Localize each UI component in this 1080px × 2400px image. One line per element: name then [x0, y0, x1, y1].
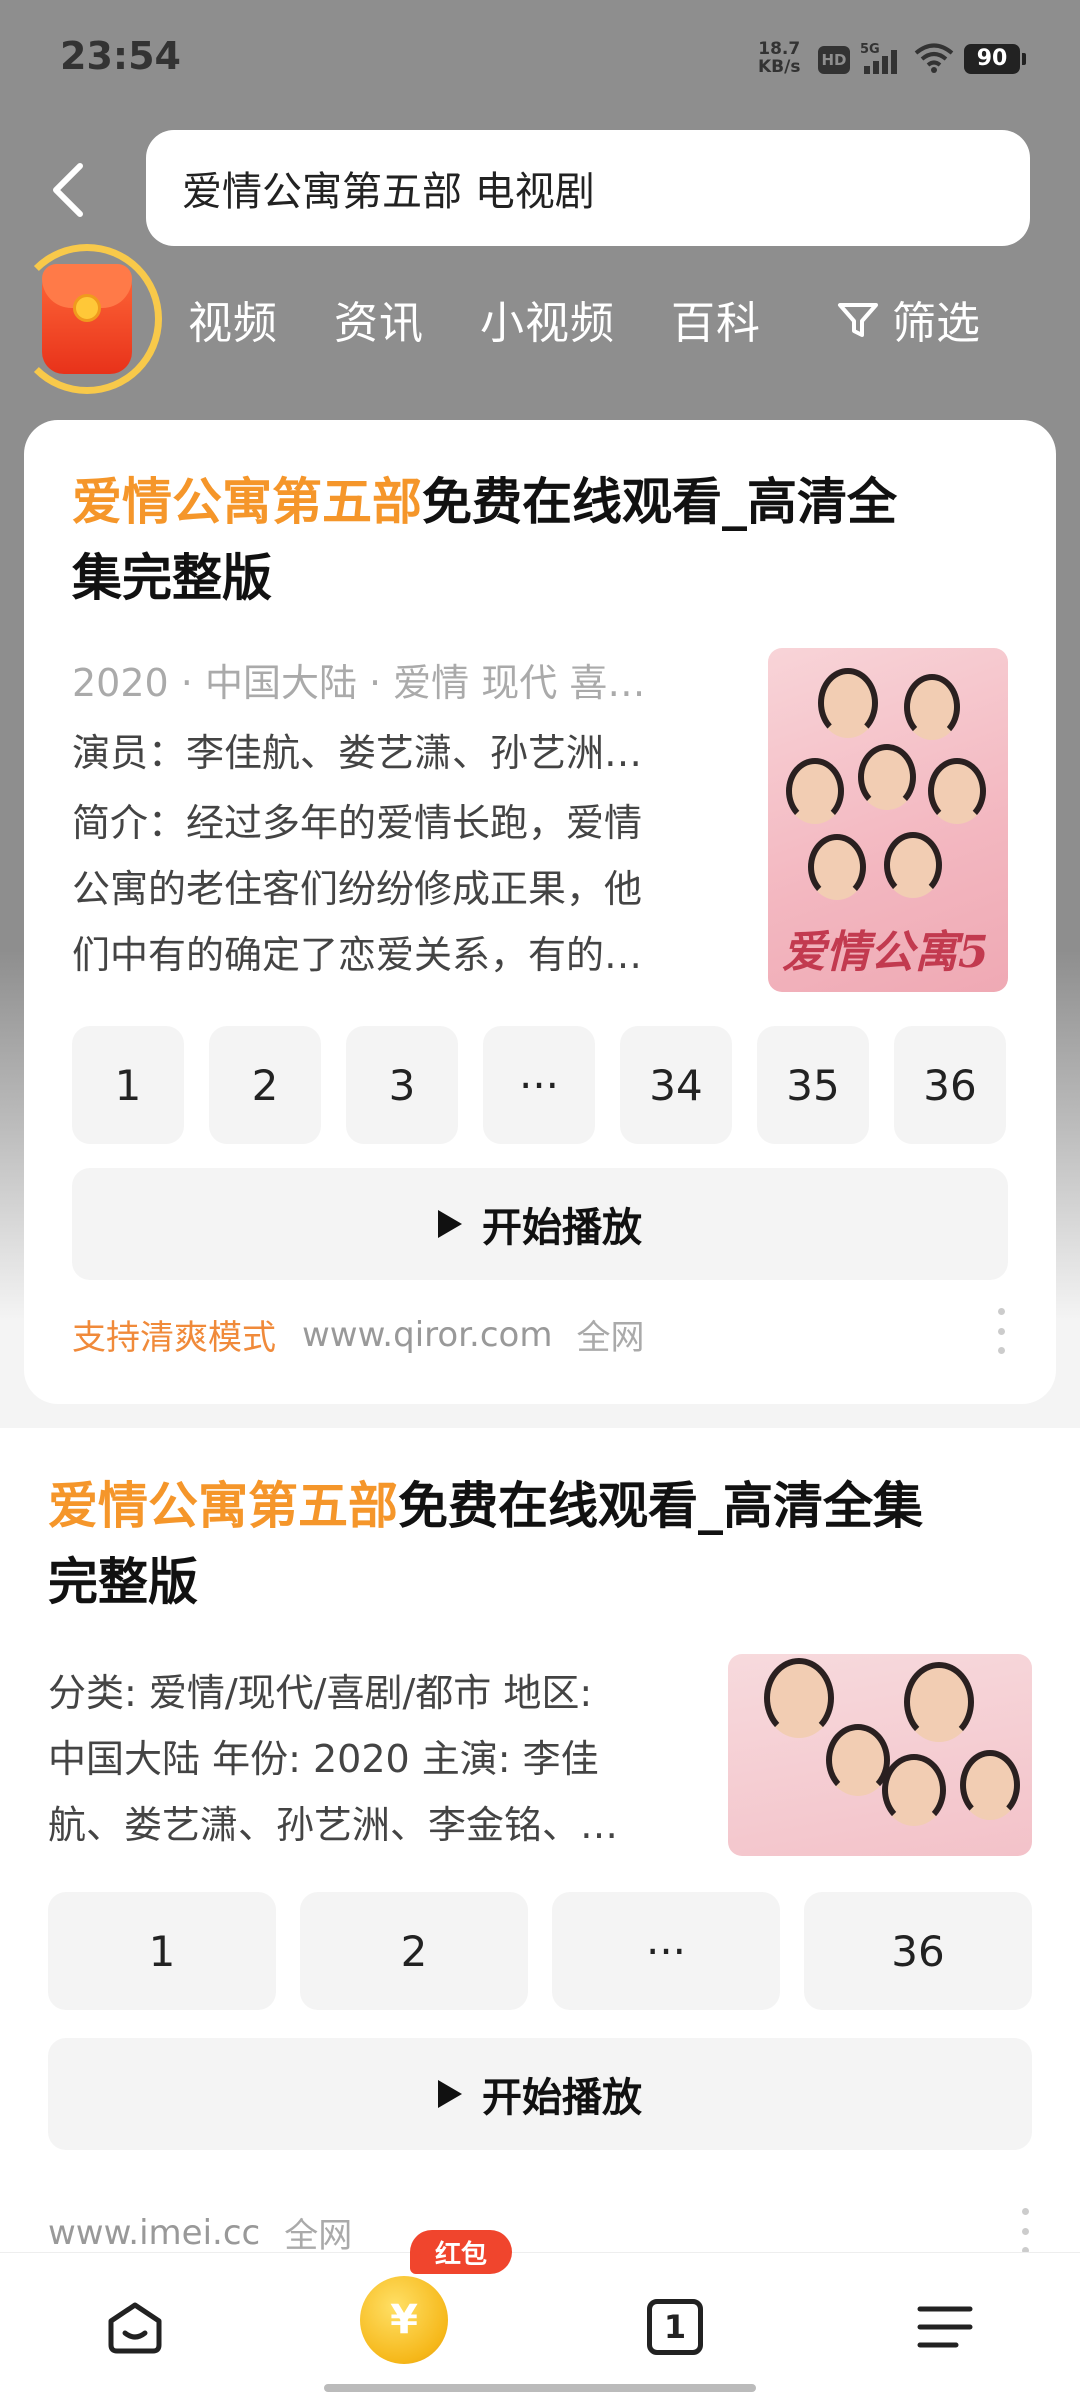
home-button[interactable] — [80, 2253, 190, 2400]
filter-button[interactable]: 筛选 — [836, 286, 980, 352]
search-input[interactable]: 爱情公寓第五部 电视剧 — [146, 130, 1030, 246]
poster-face — [818, 668, 878, 738]
wifi-icon — [914, 43, 954, 73]
source-scope: 全网 — [284, 2216, 353, 2256]
episode-button[interactable]: 1 — [72, 1026, 184, 1144]
episode-button[interactable]: 36 — [804, 1892, 1032, 2010]
more-options-icon[interactable] — [1020, 2208, 1030, 2254]
tab-short-video[interactable]: 小视频 — [480, 287, 615, 351]
result-title[interactable]: 爱情公寓第五部免费在线观看_高清全集 完整版 — [48, 1468, 1048, 1620]
result-source: www.imei.cc 全网 — [48, 2208, 352, 2257]
title-rest: 免费在线观看_高清全集 — [398, 1477, 923, 1535]
poster-image[interactable] — [728, 1654, 1032, 1856]
home-icon — [108, 2302, 162, 2354]
tab-news[interactable]: 资讯 — [334, 287, 424, 351]
episode-button[interactable]: 34 — [620, 1026, 732, 1144]
episode-button[interactable]: 2 — [300, 1892, 528, 2010]
network-speed-value: 18.7 — [758, 39, 801, 59]
result-source: 支持清爽模式 www.qiror.com 全网 — [72, 1310, 644, 1359]
play-button[interactable]: 开始播放 — [48, 2038, 1032, 2150]
result-intro-line2: 公寓的老住客们纷纷修成正果，他 — [72, 867, 643, 911]
play-label: 开始播放 — [482, 1205, 642, 1251]
filter-label: 筛选 — [892, 298, 980, 349]
poster-face — [928, 758, 986, 824]
episode-button[interactable]: 35 — [757, 1026, 869, 1144]
poster-face — [904, 674, 960, 740]
poster-face — [904, 1662, 974, 1742]
result-intro-line3: 们中有的确定了恋爱关系，有的… — [72, 933, 643, 977]
episode-button[interactable]: 1 — [48, 1892, 276, 2010]
coin-reward-button[interactable]: ¥ — [360, 2276, 448, 2364]
episode-more-button[interactable]: ··· — [483, 1026, 595, 1144]
filter-icon — [838, 303, 878, 337]
search-result-card-1[interactable]: 爱情公寓第五部免费在线观看_高清全 集完整版 2020 · 中国大陆 · 爱情 … — [24, 420, 1056, 1404]
poster-face — [808, 834, 866, 900]
poster-face — [884, 832, 942, 898]
result-desc-line1: 分类: 爱情/现代/喜剧/都市 地区: — [48, 1671, 593, 1715]
title-rest: 免费在线观看_高清全 — [422, 473, 897, 531]
more-options-icon[interactable] — [996, 1308, 1006, 1354]
episode-more-button[interactable]: ··· — [552, 1892, 780, 2010]
poster-title: 爱情公寓5 — [782, 927, 989, 978]
episode-list: 1 2 3 ··· 34 35 36 — [72, 1026, 1006, 1144]
red-packet-seal — [73, 294, 101, 322]
result-meta: 2020 · 中国大陆 · 爱情 现代 喜… — [72, 661, 646, 705]
poster-face — [882, 1754, 946, 1826]
search-category-tabs: 视频 资讯 小视频 百科 — [188, 286, 817, 352]
episode-list: 1 2 ··· 36 — [48, 1892, 1032, 2010]
poster-face — [826, 1724, 890, 1796]
play-label: 开始播放 — [482, 2075, 642, 2121]
red-packet-badge: 红包 — [410, 2230, 512, 2274]
play-icon — [438, 2080, 462, 2108]
status-time: 23:54 — [60, 34, 181, 78]
poster-face — [764, 1658, 834, 1738]
poster-face — [960, 1750, 1020, 1820]
tab-encyclopedia[interactable]: 百科 — [671, 287, 761, 351]
status-bar: 23:54 18.7 KB/s HD 5G 90 — [0, 0, 1080, 120]
clean-mode-link[interactable]: 支持清爽模式 — [72, 1310, 276, 1359]
play-button[interactable]: 开始播放 — [72, 1168, 1008, 1280]
tab-video[interactable]: 视频 — [188, 287, 278, 351]
result-title[interactable]: 爱情公寓第五部免费在线观看_高清全 集完整版 — [72, 464, 1032, 616]
search-query-text: 爱情公寓第五部 电视剧 — [182, 169, 595, 215]
result-actors: 演员：李佳航、娄艺潇、孙艺洲… — [72, 731, 643, 775]
title-highlight: 爱情公寓第五部 — [48, 1477, 398, 1535]
battery-icon: 90 — [964, 44, 1026, 74]
result-intro-line1: 简介：经过多年的爱情长跑，爱情 — [72, 801, 643, 845]
back-button[interactable] — [38, 150, 98, 230]
result-desc-line3: 航、娄艺潇、孙艺洲、李金铭、… — [48, 1803, 619, 1847]
tab-count-icon: 1 — [647, 2299, 703, 2355]
title-highlight: 爱情公寓第五部 — [72, 473, 422, 531]
episode-button[interactable]: 3 — [346, 1026, 458, 1144]
home-indicator[interactable] — [324, 2384, 756, 2392]
play-icon — [438, 1210, 462, 1238]
hd-icon: HD — [818, 46, 850, 74]
tabs-button[interactable]: 1 — [620, 2253, 730, 2400]
poster-face — [786, 758, 844, 824]
cellular-signal-icon: 5G — [860, 42, 897, 74]
network-speed-unit: KB/s — [758, 57, 801, 77]
signal-label: 5G — [860, 42, 880, 57]
red-packet-icon[interactable] — [42, 264, 132, 374]
episode-button[interactable]: 2 — [209, 1026, 321, 1144]
source-url[interactable]: www.imei.cc — [48, 2213, 260, 2253]
menu-button[interactable] — [890, 2253, 1000, 2400]
chevron-left-icon — [53, 163, 83, 217]
menu-icon — [917, 2306, 973, 2348]
poster-image[interactable]: 爱情公寓5 — [768, 648, 1008, 992]
poster-face — [858, 744, 916, 810]
bottom-navigation: 1 — [0, 2252, 1080, 2400]
episode-button[interactable]: 36 — [894, 1026, 1006, 1144]
source-scope: 全网 — [576, 1318, 645, 1358]
result-desc-line2: 中国大陆 年份: 2020 主演: 李佳 — [48, 1737, 599, 1781]
source-url[interactable]: www.qiror.com — [302, 1315, 552, 1355]
title-rest-line2: 完整版 — [48, 1553, 198, 1611]
network-speed: 18.7 KB/s — [758, 40, 800, 76]
search-result-card-2[interactable]: 爱情公寓第五部免费在线观看_高清全集 完整版 分类: 爱情/现代/喜剧/都市 地… — [0, 1428, 1080, 2258]
title-rest-line2: 集完整版 — [72, 549, 272, 607]
